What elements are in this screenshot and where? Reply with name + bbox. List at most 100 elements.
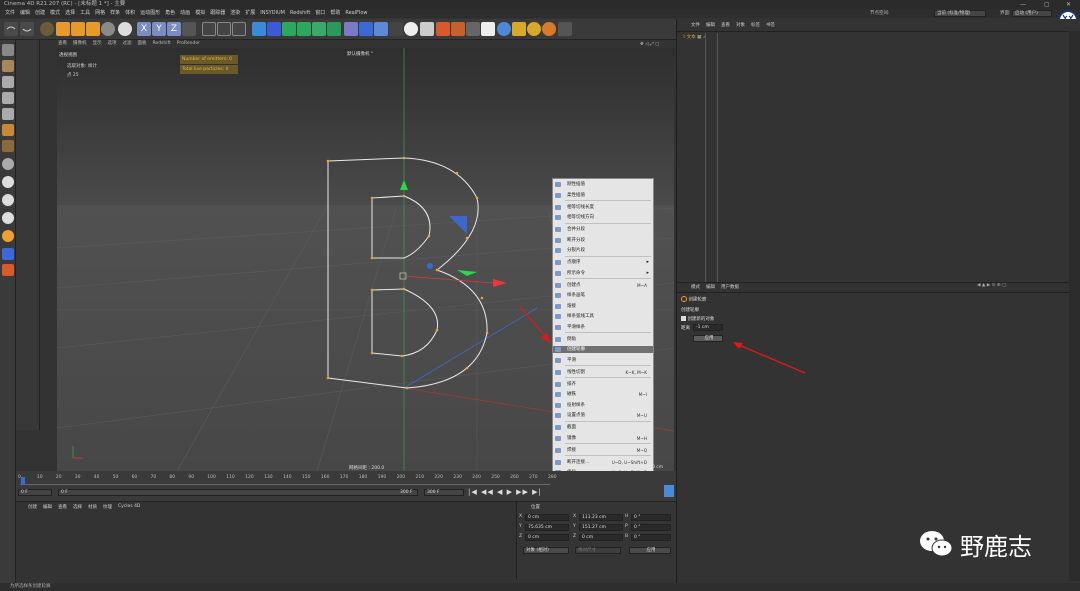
live-select-icon[interactable] <box>40 22 54 36</box>
context-menu-item[interactable]: 柔性插值 <box>553 192 653 199</box>
position-field[interactable]: 0 cm <box>525 534 569 541</box>
context-menu-item[interactable]: 相等切线方向 <box>553 214 653 221</box>
context-menu-item[interactable]: 线性切割 K~K, M~K <box>553 369 653 376</box>
rotation-field[interactable]: 0 ° <box>631 514 671 521</box>
size-field[interactable]: 111.23 cm <box>579 514 623 521</box>
close-button[interactable]: ✕ <box>1066 0 1071 9</box>
grid-icon[interactable] <box>374 22 388 36</box>
pen-icon[interactable] <box>267 22 281 36</box>
material-menu-item[interactable]: 材质 <box>88 504 97 510</box>
viewport-menu-item[interactable]: 摄像机 <box>73 40 87 48</box>
viewport-menu-item[interactable]: 过滤 <box>123 40 132 48</box>
fx-icon[interactable] <box>466 22 480 36</box>
realflow-icon[interactable] <box>542 22 556 36</box>
recent-tool-icon[interactable] <box>101 22 115 36</box>
array-icon[interactable] <box>297 22 311 36</box>
viewport-nav-icons[interactable]: ✥ ◁ ⤢ ▢ <box>640 41 659 47</box>
layout-select[interactable]: 启动 (用户) <box>1012 10 1052 17</box>
playhead[interactable] <box>21 477 25 485</box>
node-space-select[interactable]: 当前 (标准/物理) <box>934 10 986 17</box>
menu-item[interactable]: 帮助 <box>330 9 340 18</box>
object-manager-menu-item[interactable]: 文件 <box>691 22 700 28</box>
context-menu-item[interactable]: 平滑样条 <box>553 324 653 331</box>
context-menu-item[interactable]: 截面 <box>553 424 653 431</box>
object-manager-menu-item[interactable]: 标签 <box>751 22 760 28</box>
viewport-menu-item[interactable]: Redshift <box>153 40 171 48</box>
scale-icon[interactable] <box>71 22 85 36</box>
particles-icon[interactable] <box>451 22 465 36</box>
material-menu-item[interactable]: Cycles 4D <box>118 504 140 510</box>
menu-item[interactable]: 渲染 <box>230 9 240 18</box>
menu-item[interactable]: 体积 <box>125 9 135 18</box>
context-menu-item[interactable]: 平滑 <box>553 357 653 364</box>
context-menu-item[interactable]: 创建轮廓 <box>553 346 653 353</box>
position-field[interactable]: 0 cm <box>525 514 569 521</box>
context-menu-item[interactable]: 所示命令 ▸ <box>553 270 653 277</box>
xp-icon[interactable] <box>497 22 511 36</box>
undo-icon[interactable] <box>4 22 18 36</box>
size-field[interactable]: 0 cm <box>579 534 623 541</box>
viewport-menu-item[interactable]: 查看 <box>58 40 67 48</box>
cloner-icon[interactable] <box>312 22 326 36</box>
menu-item[interactable]: 扩展 <box>245 9 255 18</box>
menu-item[interactable]: 网格 <box>95 9 105 18</box>
coord-apply-button[interactable]: 应用 <box>629 547 671 554</box>
attr-nav-icons[interactable]: ◀ ▲ ▶ ⊙ ⊕ ▢ <box>977 283 1006 288</box>
s3-icon[interactable] <box>2 212 14 224</box>
snap-icon[interactable] <box>2 158 14 170</box>
redshift-ball-icon[interactable] <box>2 230 14 242</box>
keyframe-icon[interactable] <box>664 485 674 497</box>
rotation-field[interactable]: 0 ° <box>631 524 671 531</box>
menu-item[interactable]: 选择 <box>65 9 75 18</box>
menu-item[interactable]: 跟踪器 <box>210 9 225 18</box>
menu-item[interactable]: 编辑 <box>20 9 30 18</box>
model-mode-icon[interactable] <box>2 44 14 56</box>
cube-icon[interactable] <box>252 22 266 36</box>
coord-system-icon[interactable] <box>182 22 196 36</box>
context-menu-item[interactable]: 磁铁 M~I <box>553 391 653 398</box>
material-menu-item[interactable]: 纹理 <box>103 504 112 510</box>
world-coords-icon[interactable] <box>118 22 132 36</box>
menu-item[interactable]: 文件 <box>5 9 15 18</box>
object-manager-menu-item[interactable]: 书签 <box>766 22 775 28</box>
position-field[interactable]: 75.635 cm <box>525 524 569 531</box>
target-icon[interactable] <box>527 22 541 36</box>
menu-item[interactable]: 模式 <box>50 9 60 18</box>
object-manager-menu-item[interactable]: 对象 <box>736 22 745 28</box>
minimize-button[interactable]: — <box>1020 0 1026 9</box>
rotate-icon[interactable] <box>86 22 100 36</box>
context-menu-item[interactable]: 排齐 <box>553 381 653 388</box>
menu-item[interactable]: 样条 <box>110 9 120 18</box>
menu-item[interactable]: 角色 <box>165 9 175 18</box>
points-mode-icon[interactable] <box>2 76 14 88</box>
menu-item[interactable]: Redshift <box>290 9 310 18</box>
context-menu-item[interactable]: 倒角 <box>553 336 653 343</box>
viewport-menu-item[interactable]: 面板 <box>138 40 147 48</box>
size-mode-select[interactable]: 绝对尺寸 <box>575 547 621 554</box>
context-menu-item[interactable]: 创建点 M~A <box>553 282 653 289</box>
attributes-menu-item[interactable]: 编辑 <box>706 284 715 290</box>
material-menu-item[interactable]: 创建 <box>28 504 37 510</box>
context-menu-item[interactable]: 镜像 M~H <box>553 435 653 442</box>
workplane-icon[interactable] <box>2 248 14 260</box>
render-picture-viewer-icon[interactable] <box>217 22 231 36</box>
light-icon[interactable] <box>404 22 418 36</box>
redo-icon[interactable] <box>20 22 34 36</box>
render-settings-icon[interactable] <box>232 22 246 36</box>
context-menu-item[interactable]: 焊接 M~Q <box>553 447 653 454</box>
context-menu-item[interactable]: 合并分段 <box>553 226 653 233</box>
distance-field[interactable]: -1 cm <box>693 324 723 331</box>
context-menu-item[interactable]: 样条弧线工具 <box>553 313 653 320</box>
deformer-icon[interactable] <box>344 22 358 36</box>
material-menu-item[interactable]: 查看 <box>58 504 67 510</box>
object-row[interactable]: ⌇ 文本 ▦ ✓ <box>683 34 707 40</box>
context-menu-item[interactable]: 样条画笔 <box>553 292 653 299</box>
x-axis-icon[interactable]: X <box>137 22 151 36</box>
move-icon[interactable] <box>56 22 70 36</box>
maximize-button[interactable]: ▢ <box>1044 0 1050 9</box>
size-field[interactable]: 151.27 cm <box>579 524 623 531</box>
context-menu-item[interactable]: 刚性插值 <box>553 181 653 188</box>
y-axis-icon[interactable]: Y <box>152 22 166 36</box>
tag-icon[interactable] <box>420 22 434 36</box>
viewport-menu-item[interactable]: 选项 <box>108 40 117 48</box>
